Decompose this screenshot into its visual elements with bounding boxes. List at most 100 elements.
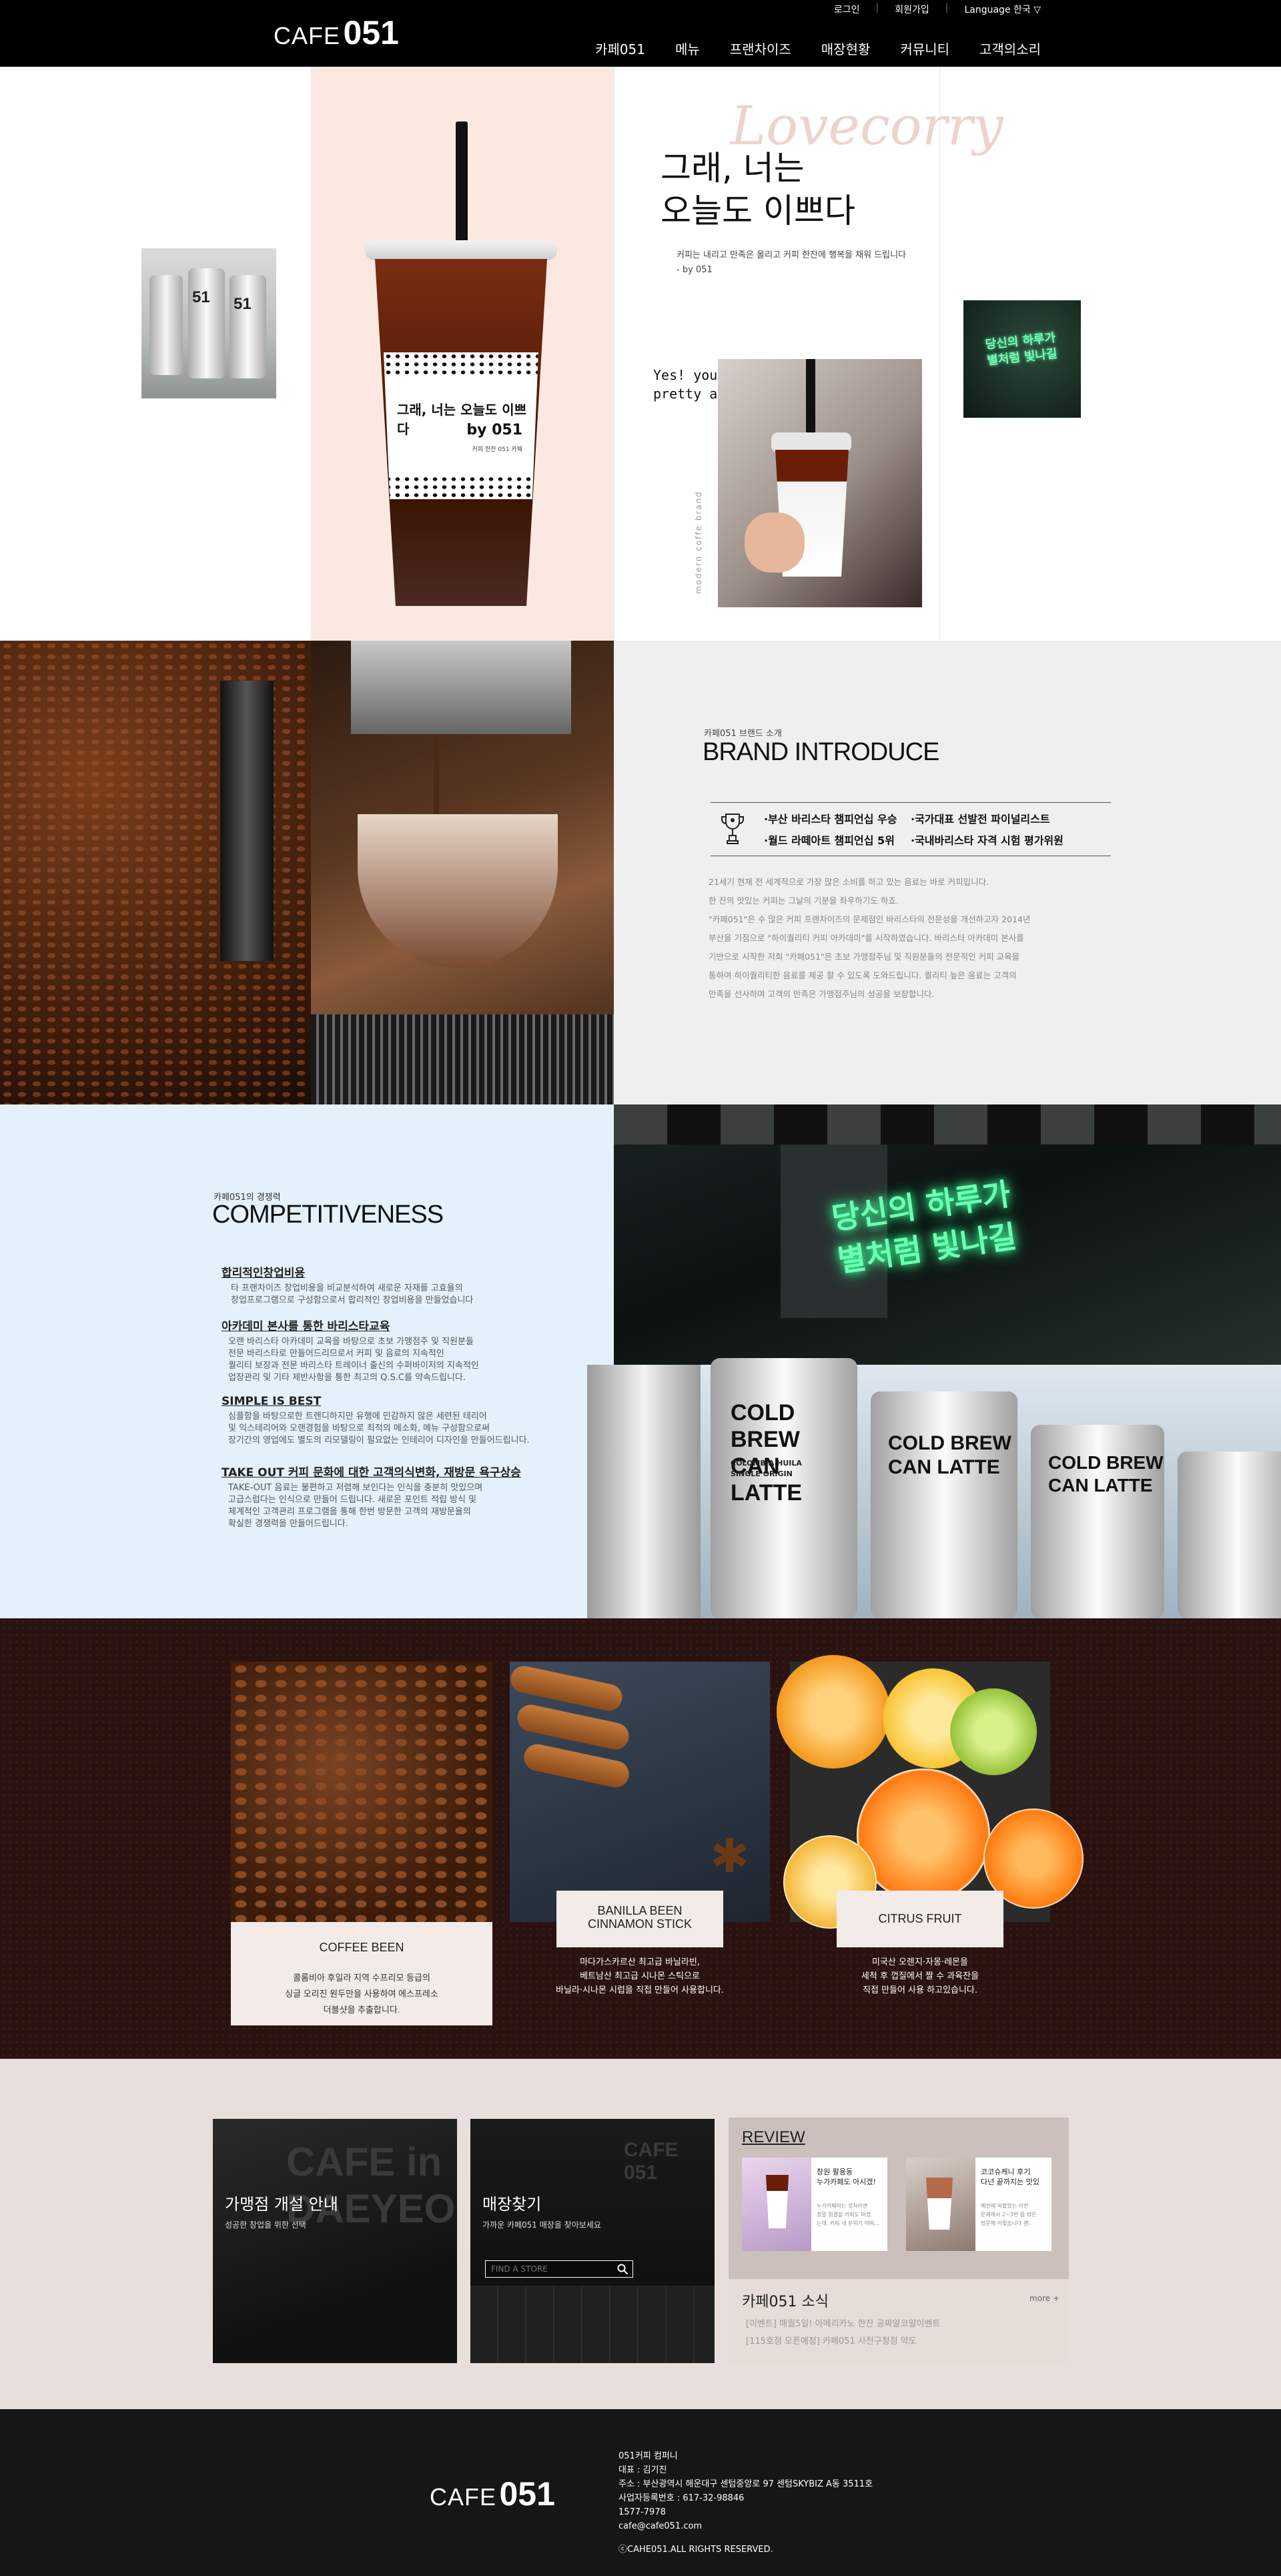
desc-line: 마다가스카르산 최고급 바닐라빈, [580, 1957, 700, 1967]
cup-image [766, 2175, 789, 2228]
body-line: 방문해 이렇습니다 괜.. [981, 2220, 1032, 2226]
divider: | [945, 3, 949, 13]
comp-item-title: TAKE OUT 커피 문화에 대한 고객의식변화, 재방문 욕구상승 [222, 1466, 521, 1480]
can-image [1178, 1452, 1281, 1618]
logo-number: 051 [343, 14, 399, 51]
desc-line: 세척 후 껍질에서 짤 수 과육잔을 [861, 1971, 979, 1981]
neon-sign-photo: 당신의 하루가 별처럼 빛나길 [614, 1104, 1281, 1365]
page: CAFE 051 로그인 | 회원가입 | Language 한국 ▽ 카페05… [0, 0, 1281, 2576]
signup-link[interactable]: 회원가입 [895, 3, 929, 16]
drip-tray [311, 1014, 614, 1104]
login-link[interactable]: 로그인 [834, 3, 860, 16]
neon-thumbnail: 당신의 하루가 별처럼 빛나길 [963, 300, 1081, 418]
desc-line: 전문 바리스타로 만들어드리므로서 커피 및 음료의 지속적인 [228, 1349, 444, 1359]
store-bg-text: CAFE 051 [624, 2139, 679, 2184]
desc-line: 오랜 바리스타 아카데미 교육을 바탕으로 초보 가맹점주 및 직원분들 [228, 1337, 474, 1347]
trophy-icon [719, 812, 746, 846]
award-3: ·월드 라떼아트 챔피언십 5위 [764, 834, 895, 847]
language-selector[interactable]: Language 한국 ▽ [964, 3, 1041, 16]
cup-lid [365, 240, 557, 260]
brand-sub: 카페051 브랜드 소개 [704, 729, 782, 739]
desc-line: 싱글 오리진 원두만을 사용하여 에스프레소 [285, 1989, 438, 1999]
can-image: 51 [188, 268, 225, 378]
can-label-line-2: CAN LATTE [1048, 1475, 1153, 1496]
site-footer: CAFE 051 051커피 컴퍼니 대표 : 김기진 주소 : 부산광역시 해… [0, 2409, 1281, 2576]
brand-intro-panel: 카페051 브랜드 소개 BRAND INTRODUCE ·부산 바리스타 챔피… [614, 641, 1281, 1104]
award-2: ·국가대표 선발전 파이널리스트 [911, 813, 1050, 826]
news-more-link[interactable]: more + [1029, 2294, 1059, 2303]
hand-cup-photo [718, 359, 922, 607]
espresso-cup [358, 814, 558, 968]
comp-item: TAKE OUT 커피 문화에 대한 고객의식변화, 재방문 욕구상승 TAKE… [222, 1463, 608, 1530]
desc-line: 타 프랜차이즈 창업비용을 비교분석하여 새로운 자재를 고효율의 [231, 1283, 463, 1293]
desc-line: 더블샷을 추출합니다. [323, 2005, 400, 2015]
can-image: COLD BREW CAN LATTE COLOMBIA HUILA SINGL… [711, 1358, 857, 1618]
can-image: COLD BREW CAN LATTE [871, 1391, 1017, 1618]
vertical-brand-text: modern coffe brand [694, 491, 703, 594]
review-title[interactable]: REVIEW [742, 2128, 805, 2147]
hero-cup-panel: 그래, 너는 오늘도 이쁘다 by 051 커피 한잔 051 카페 [312, 67, 614, 641]
can-label-line-1: COLD BREW [1048, 1452, 1164, 1473]
comp-item: SIMPLE IS BEST 심플함을 바탕으로한 트렌디하지만 유행에 민감하… [222, 1395, 595, 1447]
card-title: BANILLA BEEN CINNAMON STICK [556, 1904, 723, 1931]
franchise-title: 가맹점 개설 안내 [225, 2195, 338, 2214]
comp-item: 합리적인창업비용 타 프랜차이즈 창업비용을 비교분석하여 새로운 자재를 고효… [222, 1263, 595, 1307]
can-label: COLD BREW CAN LATTE [1048, 1452, 1164, 1497]
orange-slice [857, 1768, 990, 1902]
news-item[interactable]: [115호점 오픈예정] 카페051 사천구청점 약도 [746, 2334, 917, 2346]
review-item[interactable]: 코코슈케니 후기 다넌 끝까지는 맛있 예전에 와봤었는 이번 문제에서 2~3… [906, 2158, 1051, 2251]
news-title: 카페051 소식 [742, 2294, 829, 2310]
store-interior-image [470, 2286, 715, 2363]
review-item[interactable]: 창원 팔용동 누가카페도 아시겠! 누가카페하는 것처라면 정말 점결을 커피도… [742, 2158, 887, 2251]
nav-item-menu[interactable]: 메뉴 [675, 39, 700, 58]
can-label: COLD BREW CAN LATTE [731, 1399, 857, 1506]
desc-line: 바닐라·시나몬 시럽을 직접 만들어 사용합니다. [555, 1985, 725, 1995]
headline-line-1: 그래, 너는 [661, 149, 805, 188]
straw [456, 121, 468, 248]
body-line: 예전에 와봤었는 이번 [981, 2203, 1029, 2209]
news-panel: 카페051 소식 more + [이벤트] 매월5일! 아메리카노 한잔 공짜알… [729, 2279, 1069, 2363]
hero-subtext: 커피는 내리고 만족은 올리고 커피 한잔에 행복을 채워 드립니다 - by … [677, 248, 906, 278]
nav-item-franchise[interactable]: 프랜차이즈 [730, 39, 791, 58]
review-body: 예전에 와봤었는 이번 문제에서 2~3번 쯤 밖은 방문해 이렇습니다 괜.. [981, 2202, 1036, 2228]
nav-item-customer-voice[interactable]: 고객의소리 [979, 39, 1041, 58]
lime-slice [950, 1688, 1037, 1775]
competitiveness-section: 카페051의 경쟁력 COMPETITIVENESS 합리적인창업비용 타 프랜… [0, 1104, 1281, 1618]
subtext-line-2: - by 051 [677, 265, 713, 275]
utility-nav: 로그인 | 회원가입 | Language 한국 ▽ [834, 3, 1041, 16]
subtext-line-1: 커피는 내리고 만족은 올리고 커피 한잔에 행복을 채워 드립니다 [677, 250, 907, 260]
comp-item-desc: 심플함을 바탕으로한 트렌디하지만 유행에 민감하지 않은 세련된 테리어 및 … [222, 1411, 595, 1447]
cinnamon-photo: ✱ [508, 1662, 770, 1922]
brand-paragraph-line: 통하여 하이퀄리티한 음료를 제공 할 수 있도록 도와드립니다. 퀄리티 높은… [709, 970, 1017, 980]
desc-line: 직접 만들어 사용 하고있습니다. [862, 1985, 977, 1995]
body-line: 문제에서 2~3번 쯤 밖은 [981, 2212, 1037, 2218]
nav-item-cafe051[interactable]: 카페051 [595, 39, 645, 58]
desc-line: 체계적인 고객관리 프로그램을 통해 한번 방문한 고객의 재방문율의 [228, 1507, 471, 1517]
search-icon[interactable] [616, 2263, 628, 2275]
desc-line: 및 익스테리어와 오랜경험을 바탕으로 최적의 메소화, 메뉴 구성함으로써 [228, 1423, 490, 1433]
card-desc: 콜롬비아 후일라 지역 수프리모 등급의 싱글 오리진 원두만을 사용하여 에스… [231, 1970, 492, 2018]
store-search-box [485, 2260, 633, 2278]
copyright: ⓒCAHE051.ALL RIGHTS RESERVED. [618, 2545, 773, 2555]
competitiveness-panel: 카페051의 경쟁력 COMPETITIVENESS 합리적인창업비용 타 프랜… [0, 1104, 614, 1618]
brand-section: 카페051 브랜드 소개 BRAND INTRODUCE ·부산 바리스타 챔피… [0, 641, 1281, 1104]
news-item[interactable]: [이벤트] 매월5일! 아메리카노 한잔 공짜알코알이벤트 [746, 2316, 940, 2329]
footer-logo[interactable]: CAFE 051 [430, 2475, 555, 2513]
hero-headline: 그래, 너는 오늘도 이쁘다 [661, 147, 855, 232]
hero-section: 51 51 그래, 너는 오늘도 이쁘다 by 051 커피 한잔 051 카페… [0, 67, 1281, 641]
franchise-info-card[interactable]: CAFE in DAEYEON 가맹점 개설 안내 성공한 창업을 위한 선택 [213, 2119, 457, 2363]
headline-line: 코코슈케니 후기 [981, 2168, 1031, 2176]
nav-item-stores[interactable]: 매장현황 [821, 39, 871, 58]
brand-paragraph-line: 기반으로 시작한 저희 "카페051"은 초보 가맹점주님 및 직원분들의 전문… [709, 952, 1020, 962]
company-info: 051커피 컴퍼니 대표 : 김기진 주소 : 부산광역시 해운대구 센텀중앙로… [618, 2449, 873, 2557]
award-top-rule [711, 802, 1111, 803]
cold-brew-cans-photo: COLD BREW CAN LATTE COLOMBIA HUILA SINGL… [587, 1358, 1281, 1618]
site-logo[interactable]: CAFE 051 [274, 13, 399, 52]
award-1: ·부산 바리스타 챔피언십 우승 [764, 813, 897, 826]
nav-item-community[interactable]: 커뮤니티 [900, 39, 949, 58]
franchise-bg-text: CAFE in DAEYEON [286, 2140, 457, 2231]
comp-item: 아카데미 본사를 통한 바리스타교육 오랜 바리스타 아카데미 교육을 바탕으로… [222, 1317, 595, 1384]
comp-item-desc: 오랜 바리스타 아카데미 교육을 바탕으로 초보 가맹점주 및 직원분들 전문 … [222, 1336, 595, 1384]
comp-item-title: SIMPLE IS BEST [222, 1395, 322, 1408]
store-search-input[interactable] [490, 2262, 610, 2276]
